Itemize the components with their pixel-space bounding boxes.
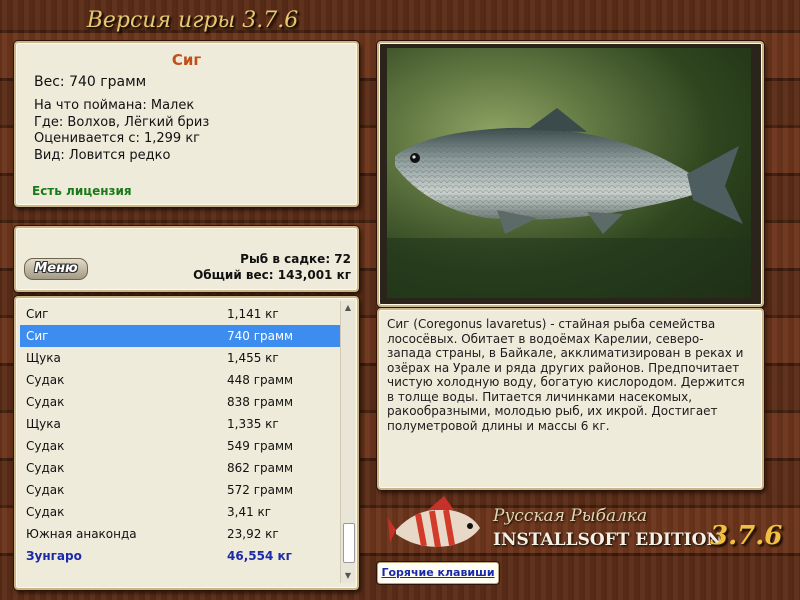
list-item[interactable]: Судак 862 грамм [20, 457, 340, 479]
item-name: Сиг [26, 307, 49, 321]
item-weight: 838 грамм [227, 395, 294, 409]
list-item[interactable]: Щука 1,455 кг [20, 347, 340, 369]
list-item[interactable]: Судак 549 грамм [20, 435, 340, 457]
hotkeys-link[interactable]: Горячие клавиши [377, 562, 499, 584]
item-weight: 1,335 кг [227, 417, 279, 431]
item-name: Судак [26, 439, 65, 453]
menu-button[interactable]: Меню [24, 258, 88, 280]
item-weight: 862 грамм [227, 461, 294, 475]
list-item-selected[interactable]: Сиг 740 грамм [20, 325, 340, 347]
item-weight: 740 грамм [227, 329, 294, 343]
item-weight: 1,141 кг [227, 307, 279, 321]
total-weight: Общий вес: 143,001 кг [193, 268, 351, 282]
catch-details: На что поймана: Малек Где: Волхов, Лёгки… [34, 98, 209, 164]
keepnet-stats-panel: Меню Рыб в садке: 72 Общий вес: 143,001 … [14, 226, 359, 292]
list-item[interactable]: Сиг 1,141 кг [20, 303, 340, 325]
item-name: Судак [26, 395, 65, 409]
perch-logo-icon [388, 496, 480, 548]
item-weight: 23,92 кг [227, 527, 279, 541]
game-version-title: Версия игры 3.7.6 [86, 8, 299, 33]
fish-photo-panel [377, 41, 764, 307]
fish-weight: Вес: 740 грамм [34, 74, 147, 90]
item-weight: 3,41 кг [227, 505, 272, 519]
item-name: Щука [26, 417, 61, 431]
fish-photo [387, 48, 751, 298]
list-item[interactable]: Щука 1,335 кг [20, 413, 340, 435]
item-name: Сиг [26, 329, 49, 343]
list-item[interactable]: Зунгаро 46,554 кг [20, 545, 340, 567]
list-item[interactable]: Судак 838 грамм [20, 391, 340, 413]
rarity-info: Вид: Ловится редко [34, 147, 171, 163]
item-weight: 572 грамм [227, 483, 294, 497]
fish-description: Сиг (Coregonus lavaretus) - стайная рыба… [387, 317, 745, 433]
chevron-up-icon[interactable]: ▲ [341, 301, 355, 315]
fish-count: Рыб в садке: 72 [240, 252, 351, 266]
list-item[interactable]: Южная анаконда 23,92 кг [20, 523, 340, 545]
item-weight: 1,455 кг [227, 351, 279, 365]
game-logo: Русская Рыбалка INSTALLSOFT EDITION 3.7.… [388, 494, 793, 564]
chevron-down-icon[interactable]: ▼ [341, 569, 355, 583]
item-name: Судак [26, 461, 65, 475]
value-info: Оценивается с: 1,299 кг [34, 131, 201, 146]
item-name: Щука [26, 351, 61, 365]
item-name: Судак [26, 373, 65, 387]
catch-info-panel: Сиг Вес: 740 грамм На что поймана: Малек… [14, 41, 359, 207]
brand-edition: INSTALLSOFT EDITION [493, 530, 722, 550]
item-weight: 549 грамм [227, 439, 294, 453]
list-item[interactable]: Судак 3,41 кг [20, 501, 340, 523]
list-scrollbar[interactable]: ▲ ▼ [340, 301, 355, 583]
list-item[interactable]: Судак 448 грамм [20, 369, 340, 391]
bait-info: На что поймана: Малек [34, 98, 195, 113]
item-name: Судак [26, 483, 65, 497]
license-status: Есть лицензия [32, 184, 132, 198]
fish-illustration [387, 108, 751, 298]
brand-title: Русская Рыбалка [493, 506, 648, 526]
item-name: Зунгаро [26, 549, 82, 563]
item-name: Судак [26, 505, 65, 519]
catch-list-panel: Сиг 1,141 кг Сиг 740 грамм Щука 1,455 кг Су… [14, 296, 359, 590]
scrollbar-thumb[interactable] [343, 523, 355, 563]
location-info: Где: Волхов, Лёгкий бриз [34, 114, 210, 130]
item-weight: 448 грамм [227, 373, 294, 387]
brand-version: 3.7.6 [710, 521, 783, 551]
fish-description-panel: Сиг (Coregonus lavaretus) - стайная рыба… [377, 308, 764, 490]
item-weight: 46,554 кг [227, 549, 292, 563]
list-item[interactable]: Судак 572 грамм [20, 479, 340, 501]
fish-name: Сиг [171, 51, 202, 69]
catch-list: Сиг 1,141 кг Сиг 740 грамм Щука 1,455 кг Су… [20, 303, 340, 567]
item-name: Южная анаконда [26, 527, 137, 541]
